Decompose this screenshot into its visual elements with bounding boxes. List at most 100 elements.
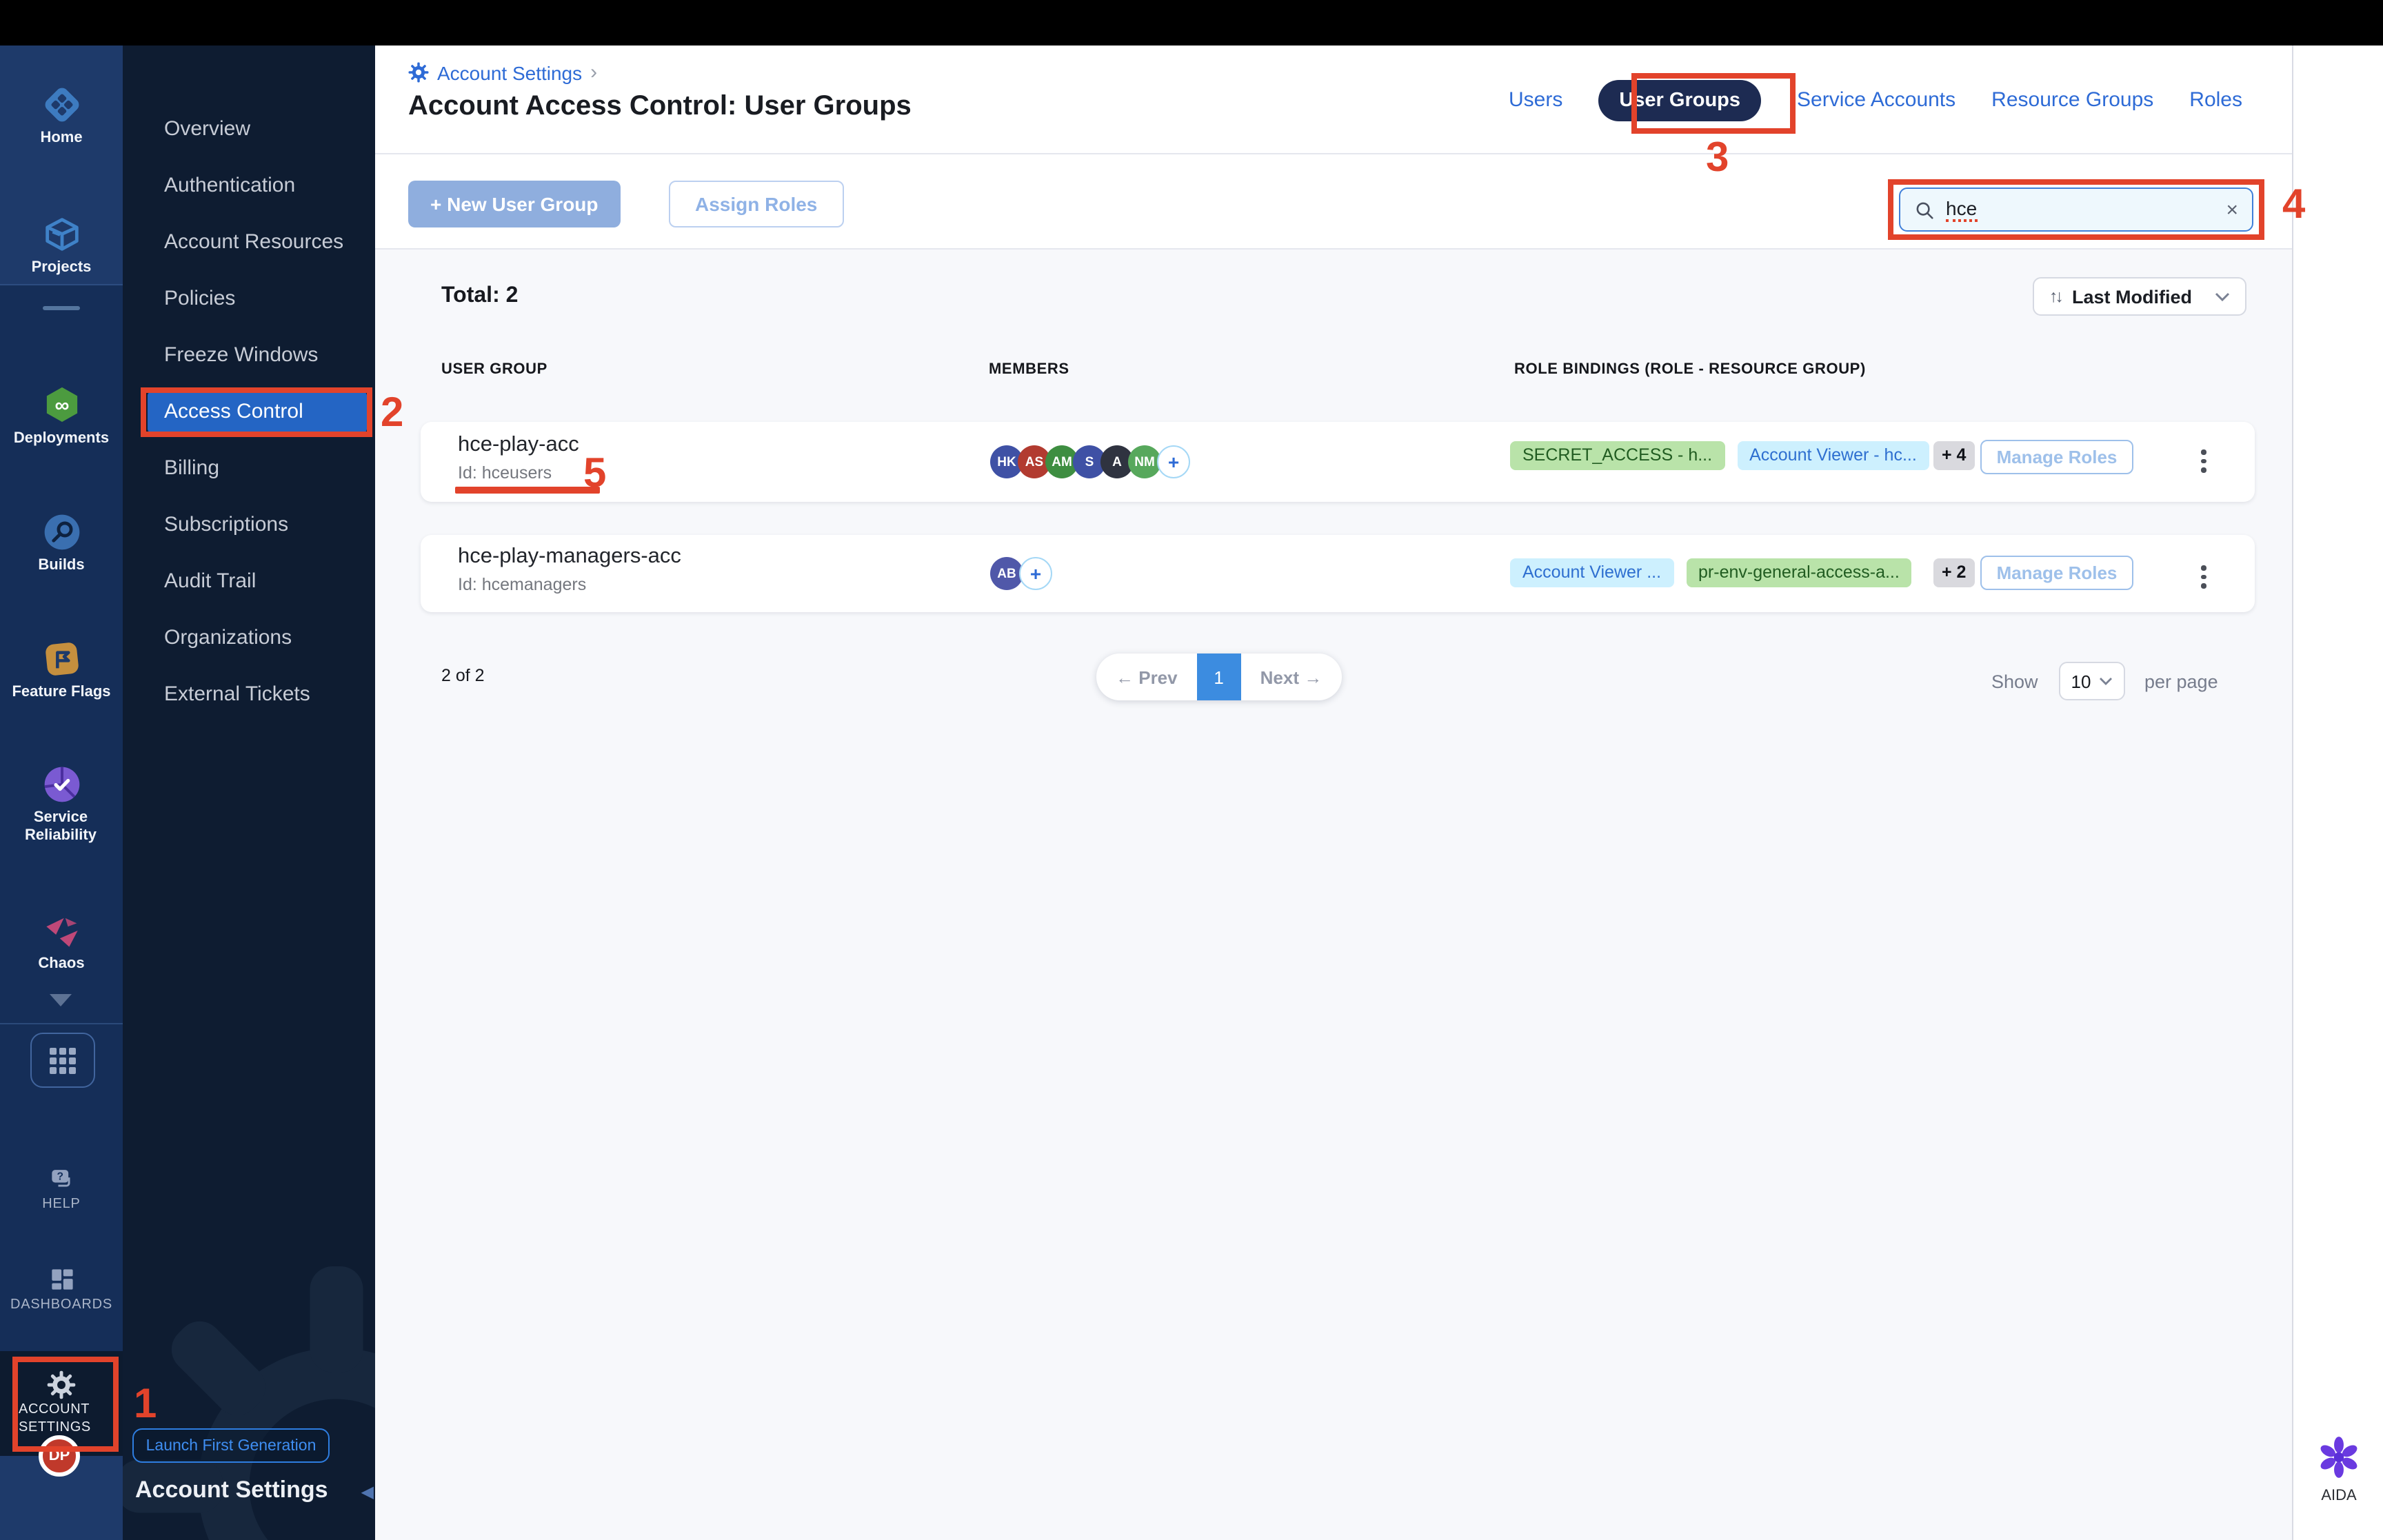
group-id: Id: hceusers [458,463,552,483]
user-group-row[interactable]: hce-play-managers-acc Id: hcemanagers AB… [421,535,2255,612]
role-binding-chip[interactable]: Account Viewer - hc... [1737,441,1929,470]
prev-page-button[interactable]: ← Prev [1096,667,1197,687]
column-header-user-group: USER GROUP [441,361,547,378]
settings-item-subscriptions[interactable]: Subscriptions [148,505,367,546]
annotation-box-3 [1631,73,1796,134]
aida-widget[interactable]: AIDA [2293,1435,2383,1504]
current-page-button[interactable]: 1 [1196,654,1241,700]
settings-item-account-resources[interactable]: Account Resources [148,222,367,263]
chevron-down-icon[interactable] [50,994,72,1006]
settings-item-organizations[interactable]: Organizations [148,618,367,659]
sort-arrows-icon: ↑↓ [2049,287,2064,306]
sort-dropdown[interactable]: ↑↓ Last Modified [2033,277,2246,316]
sidebar-item-label: HELP [42,1197,81,1212]
role-binding-chip[interactable]: Account Viewer ... [1510,558,1674,587]
grid-icon [50,1047,76,1073]
feature-flags-icon [45,642,78,676]
gear-icon [408,62,429,83]
page-size-select[interactable]: 10 [2059,662,2125,700]
sidebar-item-service-reliability[interactable]: Service Reliability [0,762,123,845]
launch-first-generation-button[interactable]: Launch First Generation [132,1428,330,1463]
settings-item-authentication[interactable]: Authentication [148,165,367,207]
settings-item-overview[interactable]: Overview [148,109,367,150]
role-binding-chip[interactable]: pr-env-general-access-a... [1686,558,1912,587]
settings-item-external-tickets[interactable]: External Tickets [148,674,367,716]
breadcrumb-link[interactable]: Account Settings [437,61,582,83]
primary-sidebar: Home Projects ∞ Deployments Builds Featu… [0,45,123,1540]
aida-label: AIDA [2321,1488,2357,1504]
annotation-box-1 [12,1357,119,1452]
per-page-label: per page [2144,671,2218,692]
add-member-button[interactable]: + [1157,445,1190,478]
annotation-number-5: 5 [583,451,607,496]
sidebar-item-label: Service Reliability [25,809,97,844]
sidebar-divider [0,1023,123,1024]
manage-roles-button[interactable]: Manage Roles [1980,556,2133,590]
sidebar-item-home[interactable]: Home [0,83,123,148]
sidebar-item-label: Feature Flags [12,684,111,700]
settings-sidebar: Overview Authentication Account Resource… [123,45,375,1540]
column-header-members: MEMBERS [989,361,1069,378]
module-picker-button[interactable] [30,1033,95,1088]
new-user-group-button[interactable]: + New User Group [408,181,621,227]
role-binding-chip[interactable]: SECRET_ACCESS - h... [1510,441,1725,470]
annotation-number-1: 1 [134,1381,157,1427]
member-avatars: HK AS AM S A NM + [990,445,1190,478]
service-reliability-icon [43,767,79,802]
sidebar-item-feature-flags[interactable]: Feature Flags [0,637,123,702]
app-window: Home Projects ∞ Deployments Builds Featu… [0,0,2383,1540]
help-chat-icon: ? [51,1170,70,1187]
tab-service-accounts[interactable]: Service Accounts [1797,88,1955,112]
settings-item-policies[interactable]: Policies [148,278,367,320]
cube-icon [45,218,78,251]
sidebar-item-builds[interactable]: Builds [0,510,123,575]
avatar[interactable]: NM [1128,445,1161,478]
sidebar-item-help[interactable]: ? HELP [0,1164,123,1212]
row-menu-icon[interactable] [2195,560,2211,594]
total-count: Total: 2 [441,284,519,307]
member-avatars: AB + [990,557,1052,590]
settings-item-billing[interactable]: Billing [148,448,367,489]
settings-item-freeze-windows[interactable]: Freeze Windows [148,335,367,376]
svg-text:∞: ∞ [54,394,69,417]
sidebar-item-projects[interactable]: Projects [0,212,123,277]
avatar[interactable]: AB [990,557,1023,590]
collapse-sidebar-icon[interactable]: ◀ [361,1482,374,1501]
manage-roles-button[interactable]: Manage Roles [1980,440,2133,474]
add-member-button[interactable]: + [1019,557,1052,590]
next-page-button[interactable]: Next → [1241,667,1342,687]
sidebar-item-deployments[interactable]: ∞ Deployments [0,383,123,448]
sidebar-divider-handle [43,306,80,310]
home-grid-icon [44,88,79,122]
annotation-number-2: 2 [381,390,404,436]
sort-label: Last Modified [2072,286,2192,307]
tab-resource-groups[interactable]: Resource Groups [1991,88,2153,112]
pagination: ← Prev 1 Next → [1096,654,1342,700]
chaos-icon [46,918,77,947]
assign-roles-button[interactable]: Assign Roles [669,181,844,227]
overflow-count-chip[interactable]: + 4 [1933,441,1975,470]
sidebar-item-label: Builds [38,557,85,574]
breadcrumb[interactable]: Account Settings › [408,61,597,84]
column-header-role-bindings: ROLE BINDINGS (ROLE - RESOURCE GROUP) [1514,361,1866,378]
sidebar-item-label: Home [40,130,83,146]
page-header: Account Settings › Account Access Contro… [375,45,2292,154]
access-control-tabs: Users User Groups Service Accounts Resou… [1509,45,2242,154]
top-black-bar [0,0,2383,45]
chevron-down-icon [2215,292,2230,301]
settings-sidebar-title: Account Settings [135,1477,328,1503]
overflow-count-chip[interactable]: + 2 [1933,558,1975,587]
group-name[interactable]: hce-play-acc [458,433,579,458]
main-content: Account Settings › Account Access Contro… [375,45,2292,1540]
user-group-row[interactable]: hce-play-acc Id: hceusers HK AS AM S A N… [421,422,2255,502]
chevron-down-icon [2100,678,2113,685]
row-menu-icon[interactable] [2195,444,2211,478]
sidebar-item-chaos[interactable]: Chaos [0,909,123,973]
sidebar-item-dashboards[interactable]: DASHBOARDS [0,1264,123,1313]
settings-item-audit-trail[interactable]: Audit Trail [148,561,367,602]
group-name[interactable]: hce-play-managers-acc [458,545,681,569]
breadcrumb-separator: › [590,61,598,84]
annotation-number-3: 3 [1706,135,1729,181]
tab-roles[interactable]: Roles [2189,88,2242,112]
tab-users[interactable]: Users [1509,88,1562,112]
